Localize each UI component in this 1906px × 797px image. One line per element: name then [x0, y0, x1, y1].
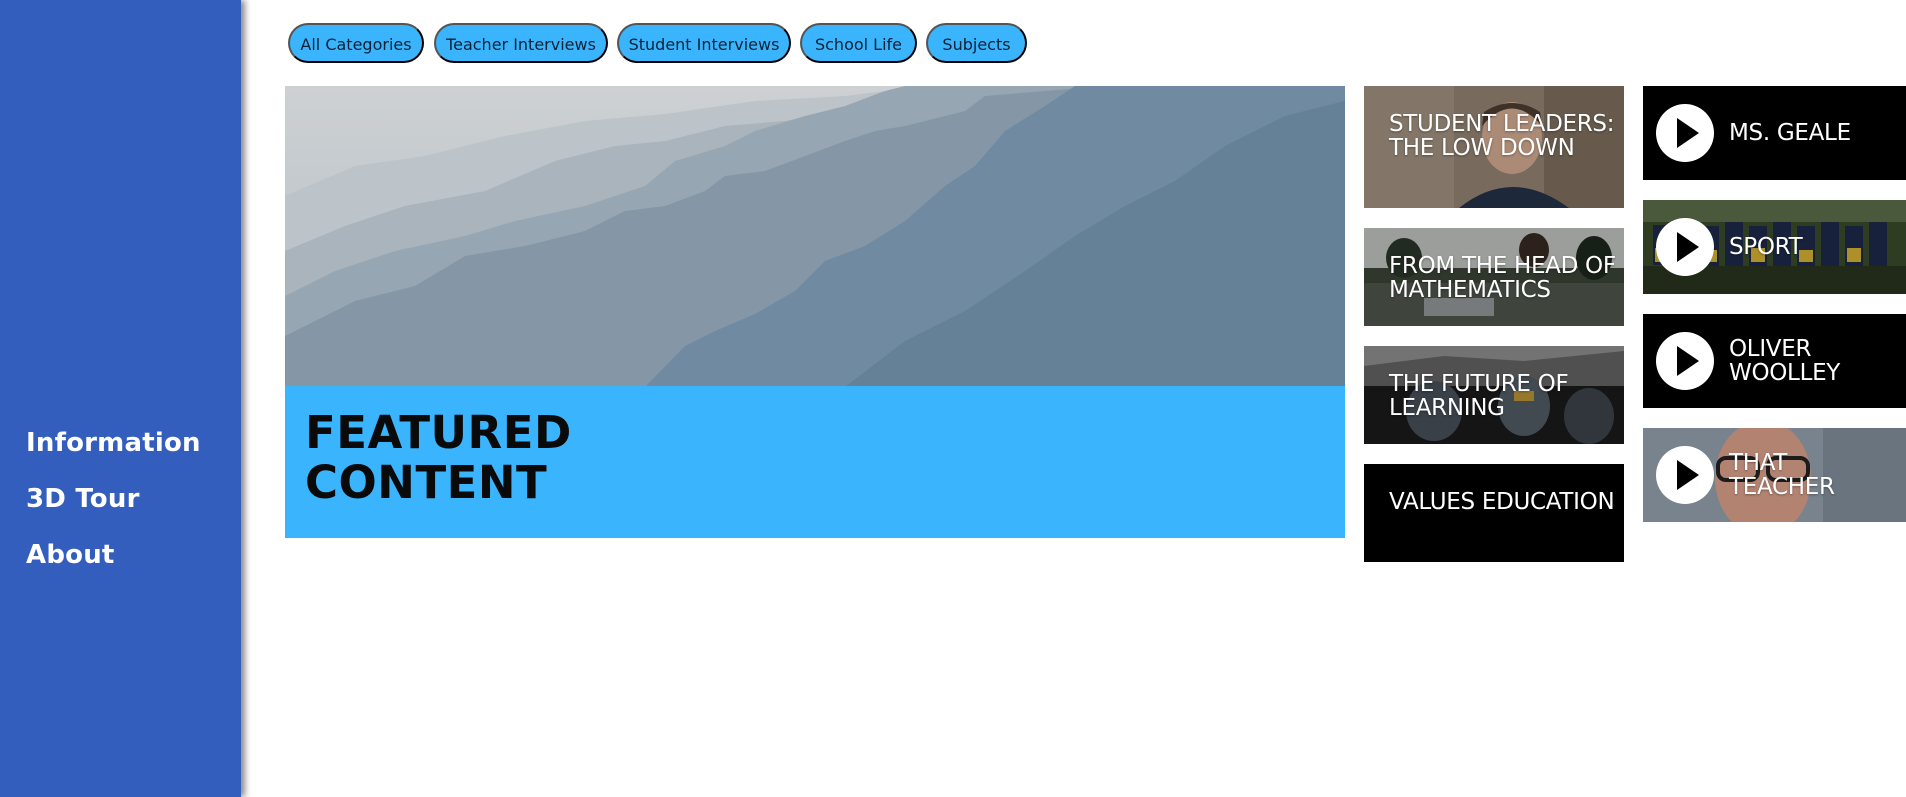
video-title: MS. GEALE	[1729, 120, 1851, 146]
video-title: THAT TEACHER	[1729, 450, 1835, 500]
article-tile-values-education[interactable]: VALUES EDUCATION	[1364, 464, 1624, 562]
category-student-interviews-button[interactable]: Student Interviews	[617, 23, 791, 63]
video-tile-ms-geale[interactable]: MS. GEALE	[1643, 86, 1906, 180]
sidebar-item-about[interactable]: About	[26, 527, 201, 583]
featured-banner: FEATURED CONTENT	[285, 386, 1345, 538]
video-title: OLIVER WOOLLEY	[1729, 336, 1841, 386]
article-tile-future-of-learning[interactable]: THE FUTURE OF LEARNING	[1364, 346, 1624, 444]
article-tile-student-leaders[interactable]: STUDENT LEADERS: THE LOW DOWN	[1364, 86, 1624, 208]
article-title: THE FUTURE OF LEARNING	[1389, 371, 1569, 421]
article-title: STUDENT LEADERS: THE LOW DOWN	[1389, 111, 1615, 161]
play-icon	[1656, 218, 1714, 276]
sidebar-nav: Information 3D Tour About	[26, 415, 201, 583]
category-school-life-button[interactable]: School Life	[800, 23, 917, 63]
sidebar: Information 3D Tour About	[0, 0, 241, 797]
video-title: SPORT	[1729, 234, 1803, 260]
article-tile-head-of-mathematics[interactable]: FROM THE HEAD OF MATHEMATICS	[1364, 228, 1624, 326]
article-title: FROM THE HEAD OF MATHEMATICS	[1389, 253, 1616, 303]
article-title: VALUES EDUCATION	[1389, 489, 1615, 515]
play-icon	[1656, 446, 1714, 504]
video-tile-oliver-woolley[interactable]: OLIVER WOOLLEY	[1643, 314, 1906, 408]
sidebar-item-information[interactable]: Information	[26, 415, 201, 471]
category-teacher-interviews-button[interactable]: Teacher Interviews	[434, 23, 608, 63]
sidebar-item-3d-tour[interactable]: 3D Tour	[26, 471, 201, 527]
featured-title: FEATURED CONTENT	[305, 406, 572, 509]
category-subjects-button[interactable]: Subjects	[926, 23, 1027, 63]
mountain-ridges-image	[285, 86, 1345, 387]
play-icon	[1656, 332, 1714, 390]
featured-content-card[interactable]: FEATURED CONTENT	[285, 86, 1345, 538]
category-all-button[interactable]: All Categories	[288, 23, 424, 63]
video-tile-that-teacher[interactable]: THAT TEACHER	[1643, 428, 1906, 522]
play-icon	[1656, 104, 1714, 162]
video-tile-sport[interactable]: SPORT	[1643, 200, 1906, 294]
